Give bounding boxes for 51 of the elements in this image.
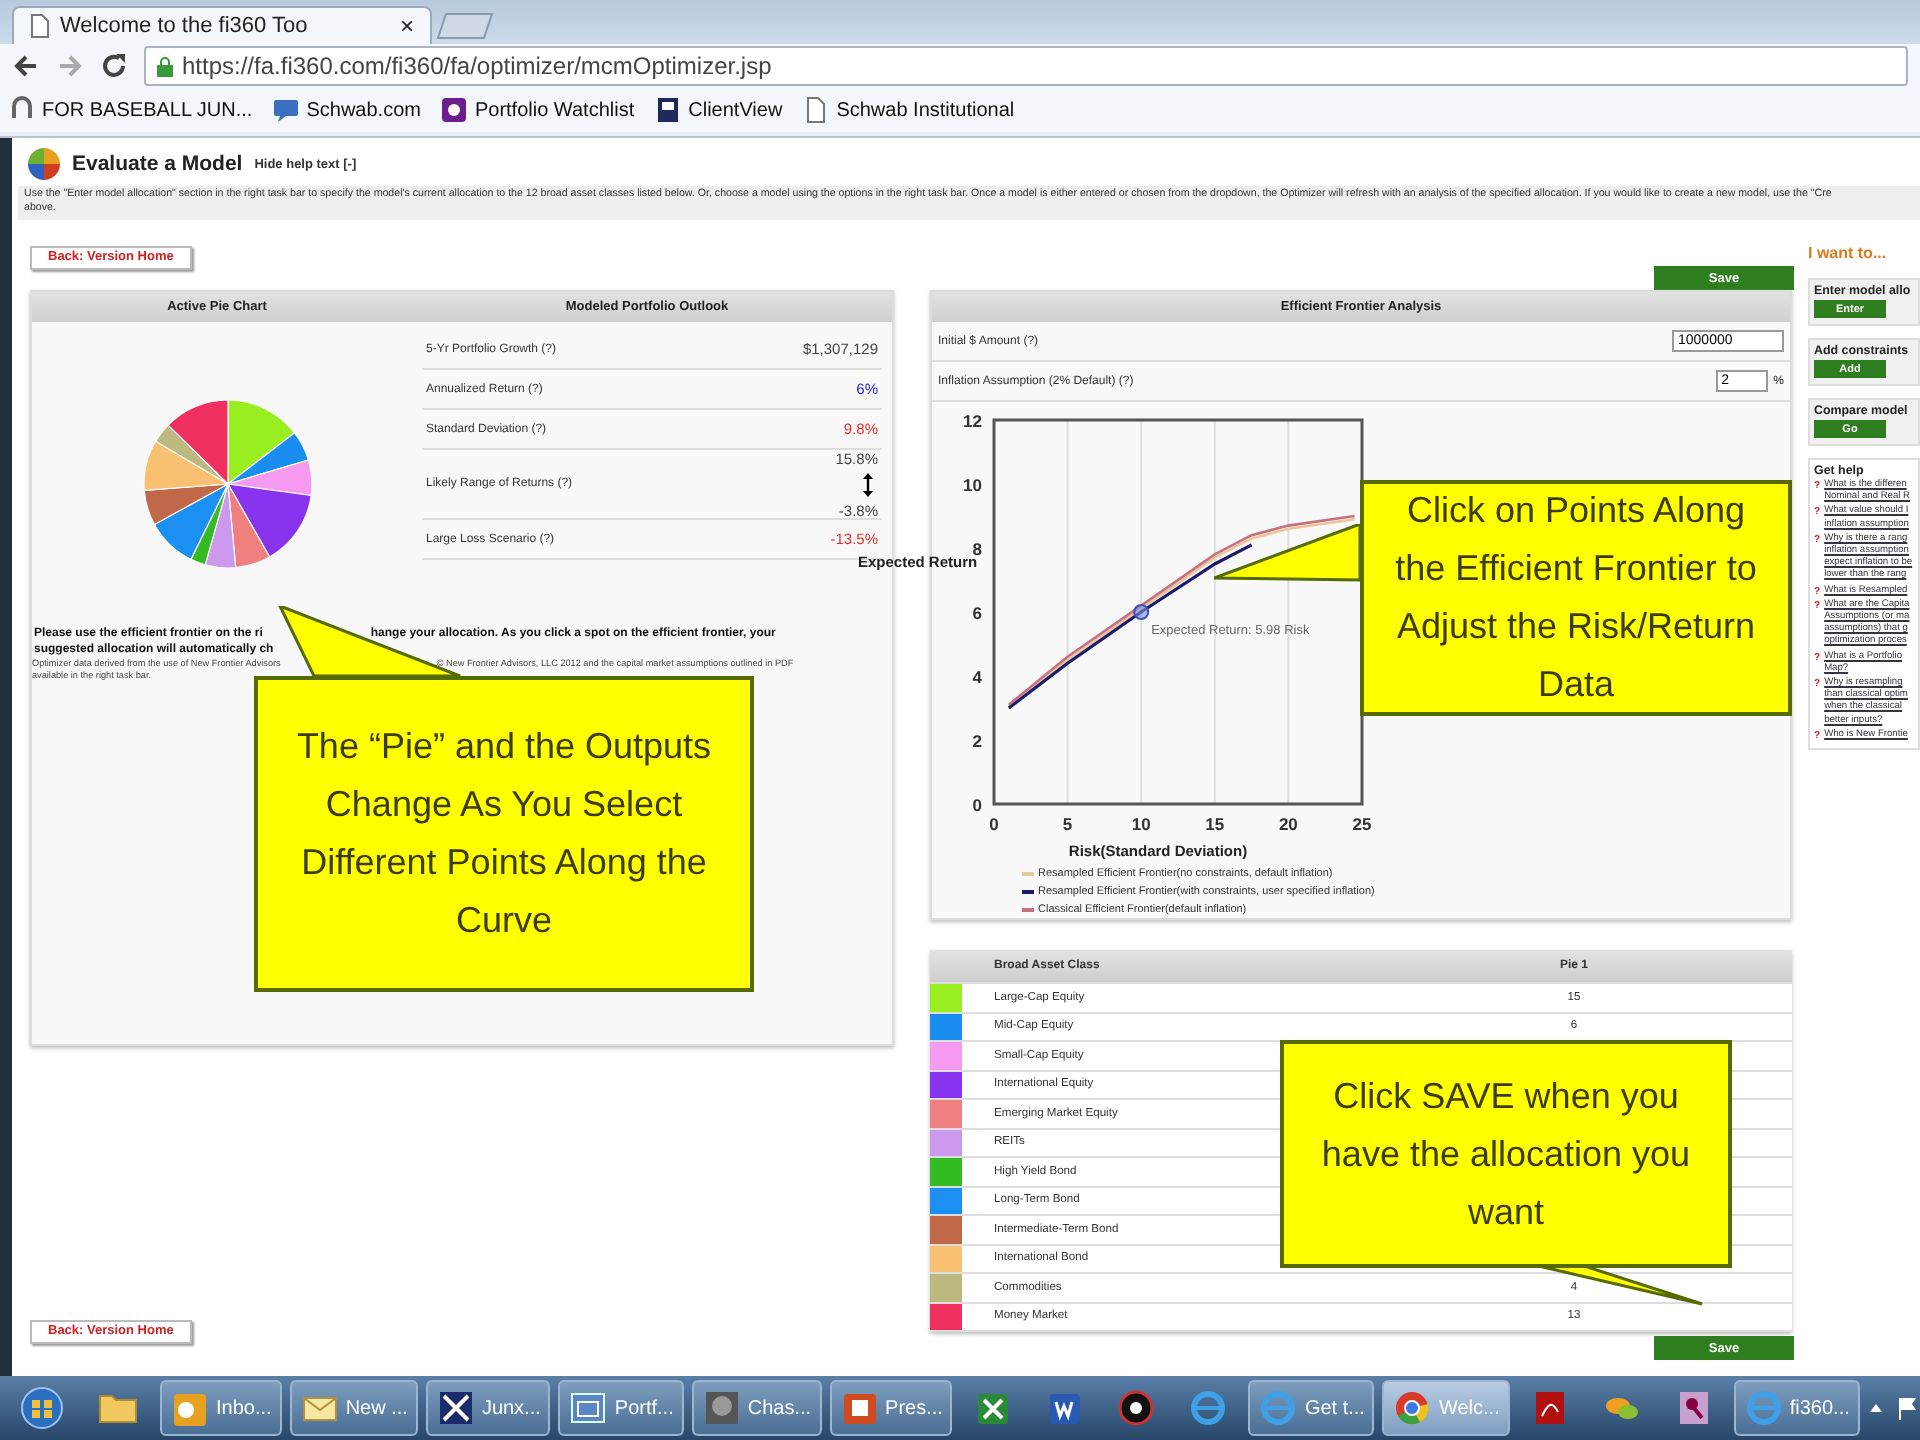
tick-label: 10 xyxy=(963,475,982,495)
frontier-line[interactable] xyxy=(1007,543,1253,710)
back-arrow-icon[interactable] xyxy=(12,52,40,80)
chat-bubble-icon xyxy=(272,96,301,124)
flag-icon[interactable] xyxy=(1895,1396,1920,1420)
bookmark-link[interactable]: Schwab.com xyxy=(272,96,421,124)
taskbar-button[interactable]: Portf... xyxy=(558,1380,684,1436)
window-icon[interactable] xyxy=(568,1388,609,1428)
tick-label: 4 xyxy=(972,667,982,687)
lock-icon xyxy=(156,55,174,77)
address-field[interactable]: https://fa.fi360.com/fi360/fa/optimizer/mcmOptimizer.jsp xyxy=(144,46,1908,86)
callout-box: Click on Points Along the Efficient Frontier to Adjust the Risk/Return Data xyxy=(1360,480,1792,716)
bookmark-link[interactable]: Schwab Institutional xyxy=(802,96,1015,124)
taskbar-button[interactable]: Junx... xyxy=(425,1380,551,1436)
taskbar-button[interactable]: Pres... xyxy=(829,1380,953,1436)
bookmark-link[interactable]: Portfolio Watchlist xyxy=(440,96,635,124)
taskbar-button[interactable]: Chas... xyxy=(691,1380,822,1436)
double-arrow-icon xyxy=(862,471,874,497)
taskbar-button[interactable]: Inbo... xyxy=(160,1380,282,1436)
close-button[interactable]: × xyxy=(399,12,414,40)
reload-icon[interactable] xyxy=(100,52,128,80)
tick-label: 5 xyxy=(1062,814,1073,834)
app-icon[interactable] xyxy=(435,1388,476,1428)
sidebar-title: I want to... xyxy=(1808,244,1889,262)
up-arrow-icon[interactable] xyxy=(1867,1400,1884,1416)
page-icon xyxy=(30,14,50,38)
tick-label: 0 xyxy=(972,795,982,815)
page-icon xyxy=(802,96,831,124)
logo-icon xyxy=(28,148,60,180)
tick-label: 8 xyxy=(972,539,982,559)
tick-label: 0 xyxy=(989,814,999,834)
site-logo-icon xyxy=(440,96,469,124)
taskbar-button[interactable]: New ... xyxy=(289,1380,418,1436)
tick-label: 12 xyxy=(963,411,982,431)
tick-label: 20 xyxy=(1278,814,1298,834)
flag-icon xyxy=(654,96,683,124)
horseshoe-icon xyxy=(8,96,36,124)
tick-label: 25 xyxy=(1352,814,1372,834)
bookmark-link[interactable]: FOR BASEBALL JUN... xyxy=(8,96,253,124)
tick-label: 2 xyxy=(972,731,982,751)
taskbar-button[interactable]: fi360... xyxy=(1733,1380,1860,1436)
selected-point-marker xyxy=(1133,604,1150,620)
browser-icon[interactable] xyxy=(1392,1388,1433,1428)
browser-tab[interactable]: Welcome to the fi360 Too × xyxy=(12,6,432,44)
photo-icon[interactable] xyxy=(701,1388,742,1428)
tick-label: 15 xyxy=(1205,814,1225,834)
tick-label: 10 xyxy=(1131,814,1151,834)
tick-label: 6 xyxy=(972,603,982,623)
page-title: Evaluate a Model xyxy=(72,152,243,176)
bookmark-link[interactable]: ClientView xyxy=(654,96,783,124)
taskbar-button[interactable]: Get t... xyxy=(1248,1380,1375,1436)
